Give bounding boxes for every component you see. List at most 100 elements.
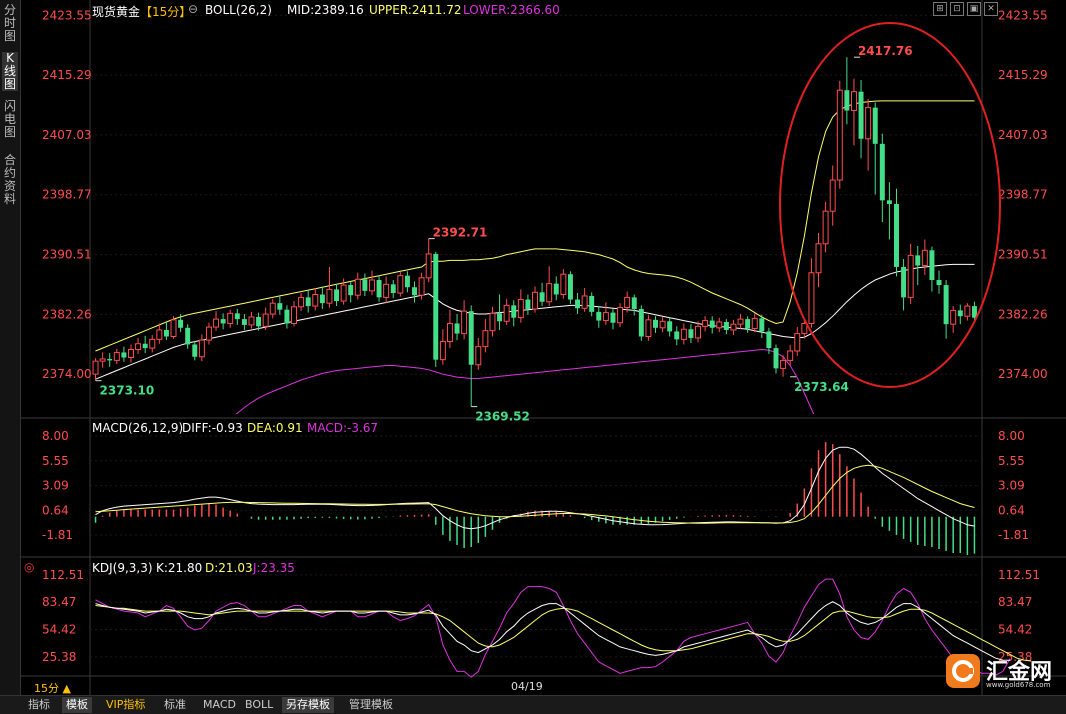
- tab-standard[interactable]: 标准: [160, 697, 190, 713]
- candle-body: [631, 297, 637, 309]
- candle-body: [872, 107, 878, 144]
- candle-body: [907, 254, 914, 298]
- candle-body: [617, 307, 624, 324]
- candle-body: [553, 283, 559, 295]
- tab-vip-indicators[interactable]: VIP指标: [102, 697, 149, 713]
- candle-body: [354, 278, 361, 296]
- price-tick-right: 2382.26: [998, 307, 1048, 321]
- kdj-tick-right: 112.51: [998, 568, 1040, 582]
- nav-timeshare[interactable]: 分时图: [2, 4, 18, 43]
- tab-macd[interactable]: MACD: [199, 697, 240, 713]
- macd-tick-right: 0.64: [998, 503, 1025, 517]
- candle-body: [525, 299, 531, 309]
- macd-tick-right: 8.00: [998, 429, 1025, 443]
- zoom-icon[interactable]: ⊡: [950, 2, 964, 16]
- candle-body: [709, 320, 715, 328]
- close-icon[interactable]: ✕: [984, 2, 998, 16]
- candle-body: [446, 322, 453, 343]
- candle-body: [482, 330, 489, 348]
- candle-body: [815, 243, 822, 274]
- candle-body: [248, 316, 255, 326]
- macd-label: MACD(26,12,9): [92, 421, 184, 435]
- kdj-tick-right: 54.42: [998, 623, 1032, 637]
- price-annotation: 2373.64: [794, 380, 849, 394]
- macd-tick-left: 8.00: [42, 429, 69, 443]
- candle-body: [964, 305, 971, 317]
- candle-body: [886, 200, 892, 204]
- candle-body: [178, 319, 184, 328]
- candle-body: [468, 311, 474, 365]
- candle-body: [497, 313, 503, 322]
- price-tick-left: 2423.55: [42, 8, 92, 22]
- price-tick-left: 2374.00: [42, 367, 92, 381]
- period-label: 【15分】: [140, 5, 192, 19]
- tab-indicators[interactable]: 指标: [24, 697, 54, 713]
- kdj-settings-icon[interactable]: ◎: [24, 560, 34, 574]
- candle-body: [220, 319, 226, 324]
- kdj-k: K:21.80: [156, 561, 203, 575]
- candle-body: [801, 322, 808, 335]
- price-tick-right: 2390.51: [998, 248, 1048, 262]
- candle-body: [489, 312, 496, 332]
- candle-body: [575, 299, 581, 309]
- candle-body: [702, 320, 709, 327]
- candle-body: [291, 306, 297, 324]
- candle-body: [766, 331, 772, 349]
- candle-body: [205, 326, 212, 341]
- tab-manage-templates[interactable]: 管理模板: [345, 697, 397, 713]
- macd-tick-left: 5.55: [42, 454, 69, 468]
- kdj-tick-left: 112.51: [42, 568, 84, 582]
- nav-flash[interactable]: 闪电图: [2, 100, 18, 139]
- candle-body: [241, 319, 247, 325]
- candle-body: [319, 294, 325, 304]
- bottom-toolbar: 指标 模板 VIP指标 标准 MACD BOLL 另存模板 管理模板: [0, 695, 1066, 714]
- candle-body: [787, 350, 794, 361]
- tab-boll[interactable]: BOLL: [241, 697, 277, 713]
- candle-body: [645, 319, 652, 337]
- candle-body: [213, 318, 220, 328]
- candle-body: [624, 296, 631, 309]
- candle-body: [149, 338, 156, 349]
- candle-body: [390, 284, 396, 294]
- candle-body: [185, 327, 191, 345]
- macd-tick-left: 0.64: [42, 503, 69, 517]
- candle-body: [915, 255, 921, 266]
- boll-lower: LOWER:2366.60: [463, 3, 560, 17]
- tab-templates[interactable]: 模板: [62, 697, 92, 713]
- candle-body: [929, 250, 935, 280]
- candle-body: [737, 318, 744, 325]
- candle-body: [439, 341, 446, 361]
- candle-body: [305, 297, 311, 307]
- candle-body: [170, 319, 177, 337]
- nav-contract-info[interactable]: 合约资料: [2, 154, 18, 206]
- candle-body: [298, 296, 305, 308]
- nav-kline[interactable]: K线图: [2, 52, 18, 91]
- kdj-j-line: [95, 578, 1011, 678]
- macd-diff: DIFF:-0.93: [182, 421, 243, 435]
- macd-tick-right: 5.55: [998, 454, 1025, 468]
- expand-icon[interactable]: ⊞: [933, 2, 947, 16]
- candle-body: [326, 288, 333, 304]
- candle-body: [610, 312, 616, 323]
- candle-body: [780, 359, 787, 369]
- candle-body: [503, 304, 510, 322]
- price-tick-left: 2415.29: [42, 68, 92, 82]
- toggle-icon[interactable]: ⊖: [188, 2, 198, 16]
- brand-logo: 汇金网 www.gold678.com: [946, 652, 1056, 692]
- candle-body: [383, 283, 390, 298]
- instrument-title: 现货黄金: [92, 5, 141, 19]
- candle-body: [836, 89, 843, 181]
- kdj-tick-left: 83.47: [42, 595, 76, 609]
- candle-body: [511, 305, 517, 318]
- candle-body: [589, 295, 595, 312]
- macd-tick-left: -1.81: [42, 528, 73, 542]
- candle-body: [745, 319, 751, 329]
- price-tick-left: 2398.77: [42, 188, 92, 202]
- candle-body: [277, 303, 283, 310]
- candle-body: [730, 323, 737, 331]
- restore-icon[interactable]: ▣: [967, 2, 981, 16]
- tab-save-template[interactable]: 另存模板: [282, 697, 334, 713]
- price-annotation: 2417.76: [858, 44, 913, 58]
- candle-body: [674, 331, 680, 340]
- timeframe-label[interactable]: 15分 ▲: [34, 680, 71, 696]
